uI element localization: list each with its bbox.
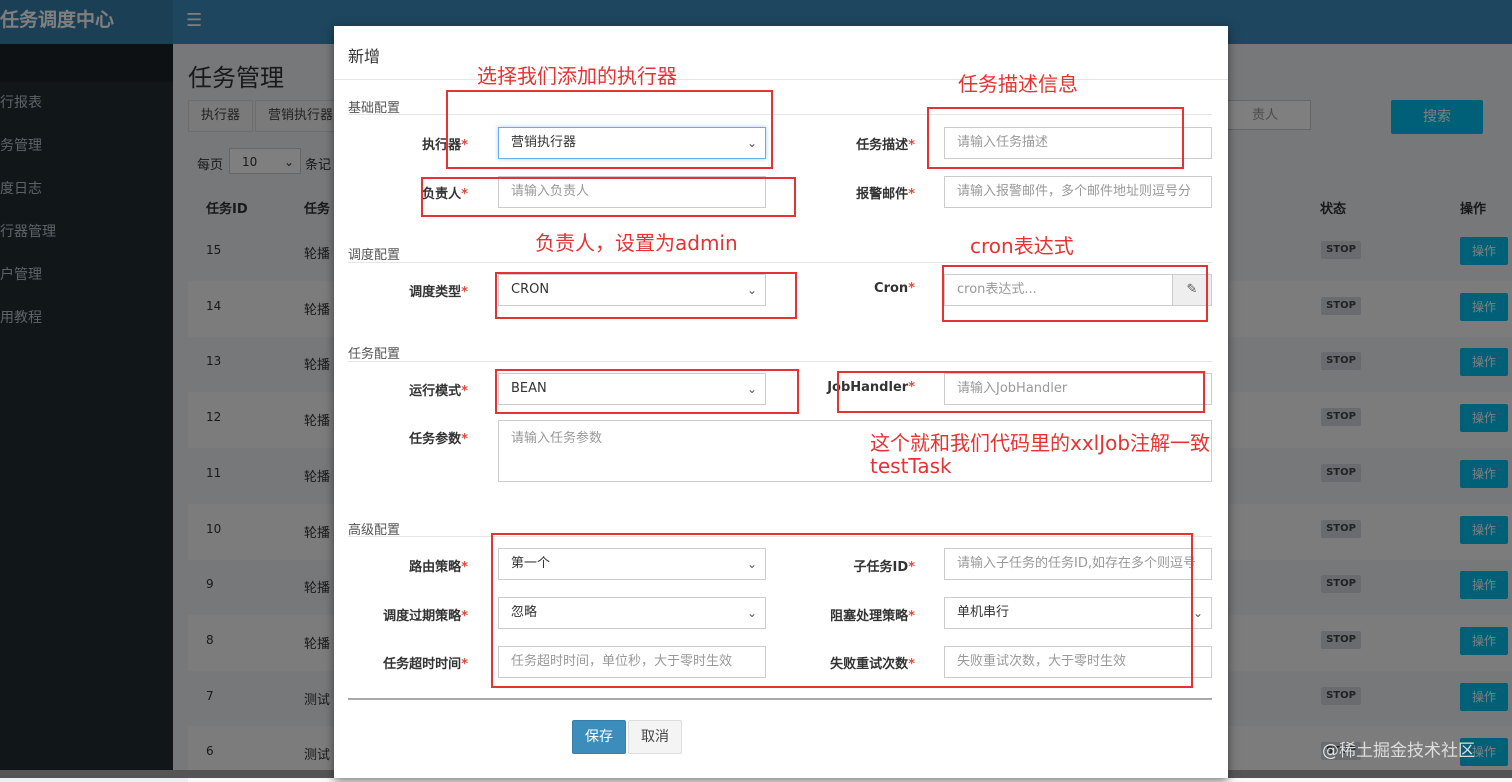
section-schedule: 调度配置 <box>348 248 401 263</box>
modal-header-divider <box>334 79 1228 80</box>
cron-label: Cron* <box>874 281 915 296</box>
annotation-run-mode-box <box>495 369 799 414</box>
chevron-down-icon: ⌄ <box>1192 606 1203 620</box>
annotation-sched-type-box <box>495 272 797 319</box>
run-mode-label: 运行模式* <box>409 384 468 399</box>
desc-label: 任务描述* <box>856 138 915 153</box>
section-task: 任务配置 <box>348 347 401 362</box>
save-button[interactable]: 保存 <box>572 720 626 754</box>
modal-title: 新增 <box>348 47 381 66</box>
form-footer-divider <box>348 698 1212 700</box>
misfire-label: 调度过期策略* <box>383 609 468 624</box>
timeout-label: 任务超时时间* <box>383 657 468 672</box>
route-label: 路由策略* <box>409 560 468 575</box>
annotation-advanced-box <box>491 533 1193 688</box>
annotation-cron-note: cron表达式 <box>970 234 1074 258</box>
annotation-executor-note: 选择我们添加的执行器 <box>477 64 677 88</box>
watermark: @稀土掘金技术社区 <box>1322 741 1475 761</box>
annotation-handler-box <box>837 371 1205 413</box>
email-input[interactable]: 请输入报警邮件，多个邮件地址则逗号分 <box>944 176 1212 208</box>
annotation-owner-note: 负责人，设置为admin <box>535 231 738 255</box>
sched-type-label: 调度类型* <box>409 285 468 300</box>
annotation-desc-note: 任务描述信息 <box>958 72 1078 96</box>
params-label: 任务参数* <box>409 432 468 447</box>
annotation-owner-box <box>421 177 796 217</box>
cancel-button[interactable]: 取消 <box>628 720 682 754</box>
section-task-line <box>348 361 1212 362</box>
annotation-executor-box <box>446 90 773 169</box>
annotation-cron-box <box>942 265 1208 322</box>
annotation-handler-note-2: testTask <box>870 454 952 478</box>
annotation-handler-note-1: 这个就和我们代码里的xxlJob注解一致 <box>870 431 1211 455</box>
section-schedule-line <box>348 262 1212 263</box>
annotation-desc-box <box>927 107 1184 169</box>
email-label: 报警邮件* <box>856 187 915 202</box>
